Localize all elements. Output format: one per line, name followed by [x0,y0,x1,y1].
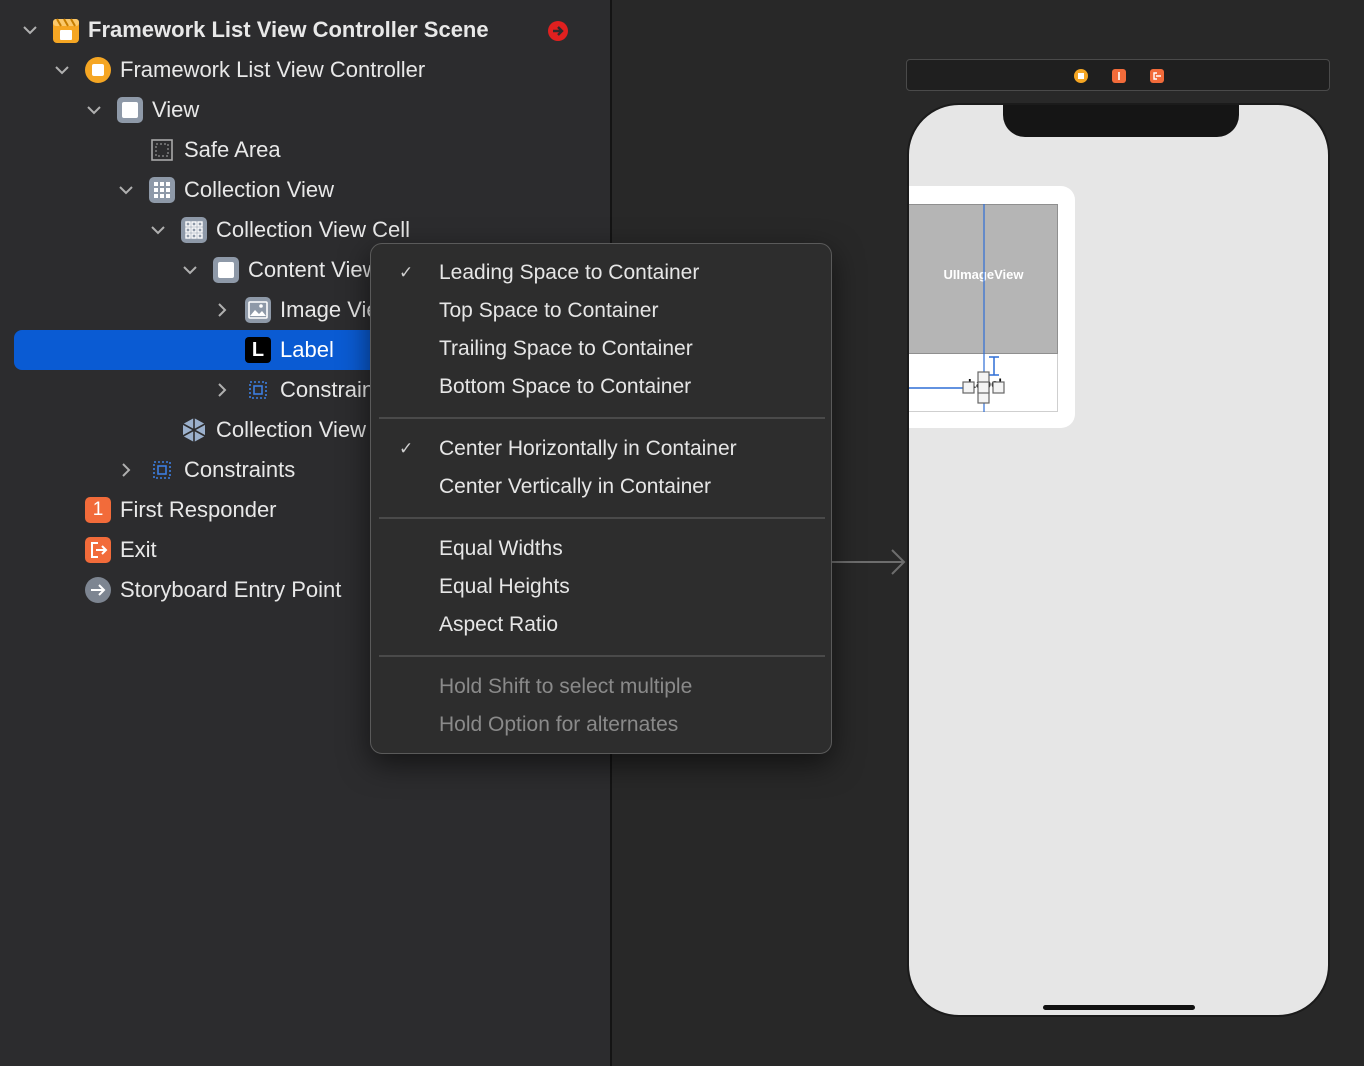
label-icon: L [244,336,272,364]
checkmark-icon: ✓ [399,263,414,282]
menu-item-label: Aspect Ratio [439,613,559,636]
constraint-guides[interactable] [907,186,1075,428]
menu-item-label: Equal Widths [439,537,563,560]
menu-hint-label: Hold Shift to select multiple [439,675,693,698]
scene-dock [906,59,1330,91]
warning-arrow-icon[interactable] [547,20,569,47]
first-responder-icon[interactable] [1112,69,1126,83]
image-view-icon [244,296,272,324]
label-icon-letter: L [251,339,265,361]
flow-layout-icon [180,416,208,444]
constraints-icon [244,376,272,404]
collection-view-icon [148,176,176,204]
outline-item-label: Exit [120,537,157,562]
chevron-right-icon[interactable] [214,302,230,318]
safe-area-icon [148,136,176,164]
iphone-frame[interactable]: UIImageView Label [907,103,1330,1017]
constraint-popup-menu: ✓ Leading Space to Container Top Space t… [370,243,832,754]
menu-hint-shift: Hold Shift to select multiple [371,668,831,706]
outline-item-label: First Responder [120,497,277,522]
entry-point-arrow[interactable] [832,548,908,581]
view-icon [116,96,144,124]
first-responder-icon: 1 [84,496,112,524]
outline-item-label: Framework List View Controller Scene [88,17,489,42]
menu-item-center-horizontally[interactable]: ✓ Center Horizontally in Container [371,430,831,468]
menu-item-leading-space[interactable]: ✓ Leading Space to Container [371,254,831,292]
menu-hint-option: Hold Option for alternates [371,706,831,744]
outline-item-view-controller[interactable]: Framework List View Controller [0,50,610,90]
chevron-down-icon[interactable] [118,182,134,198]
menu-item-label: Bottom Space to Container [439,375,692,398]
menu-separator [379,655,825,657]
collection-view-cell[interactable]: UIImageView Label [907,186,1075,428]
constraints-icon [148,456,176,484]
menu-item-bottom-space[interactable]: Bottom Space to Container [371,368,831,406]
chevron-down-icon[interactable] [150,222,166,238]
outline-item-label: Constraints [184,457,296,482]
menu-item-center-vertically[interactable]: Center Vertically in Container [371,468,831,506]
collection-view-cell-icon [180,216,208,244]
chevron-down-icon[interactable] [86,102,102,118]
outline-item-view[interactable]: View [0,90,610,130]
home-indicator [1043,1005,1195,1010]
chevron-down-icon[interactable] [182,262,198,278]
storyboard-scene-icon [52,16,80,44]
menu-item-top-space[interactable]: Top Space to Container [371,292,831,330]
outline-item-label: Collection View [184,177,335,202]
menu-item-label: Equal Heights [439,575,570,598]
menu-item-label: Leading Space to Container [439,261,700,284]
outline-item-safe-area[interactable]: Safe Area [0,130,610,170]
chevron-right-icon[interactable] [118,462,134,478]
entry-point-icon [84,576,112,604]
view-controller-icon[interactable] [1074,69,1088,83]
menu-item-equal-heights[interactable]: Equal Heights [371,568,831,606]
outline-item-label: Storyboard Entry Point [120,577,342,602]
device-notch [1003,105,1239,137]
outline-item-label: Framework List View Controller [120,57,426,82]
menu-separator [379,417,825,419]
outline-item-label: View [152,97,200,122]
menu-item-label: Trailing Space to Container [439,337,693,360]
menu-item-label: Center Horizontally in Container [439,437,737,460]
menu-hint-label: Hold Option for alternates [439,713,679,736]
outline-item-collection-view[interactable]: Collection View [0,170,610,210]
view-controller-icon [84,56,112,84]
chevron-down-icon[interactable] [22,22,38,38]
menu-item-label: Center Vertically in Container [439,475,711,498]
outline-item-scene[interactable]: Framework List View Controller Scene [0,10,610,50]
outline-item-label: Content View [248,257,379,282]
content-view-icon [212,256,240,284]
exit-icon[interactable] [1150,69,1164,83]
chevron-down-icon[interactable] [54,62,70,78]
exit-icon [84,536,112,564]
chevron-right-icon[interactable] [214,382,230,398]
menu-item-equal-widths[interactable]: Equal Widths [371,530,831,568]
checkmark-icon: ✓ [399,439,414,458]
menu-item-label: Top Space to Container [439,299,659,322]
menu-item-aspect-ratio[interactable]: Aspect Ratio [371,606,831,644]
first-responder-icon-number: 1 [92,499,104,520]
menu-separator [379,517,825,519]
outline-item-label: Label [280,337,334,362]
menu-item-trailing-space[interactable]: Trailing Space to Container [371,330,831,368]
outline-item-label: Safe Area [184,137,281,162]
